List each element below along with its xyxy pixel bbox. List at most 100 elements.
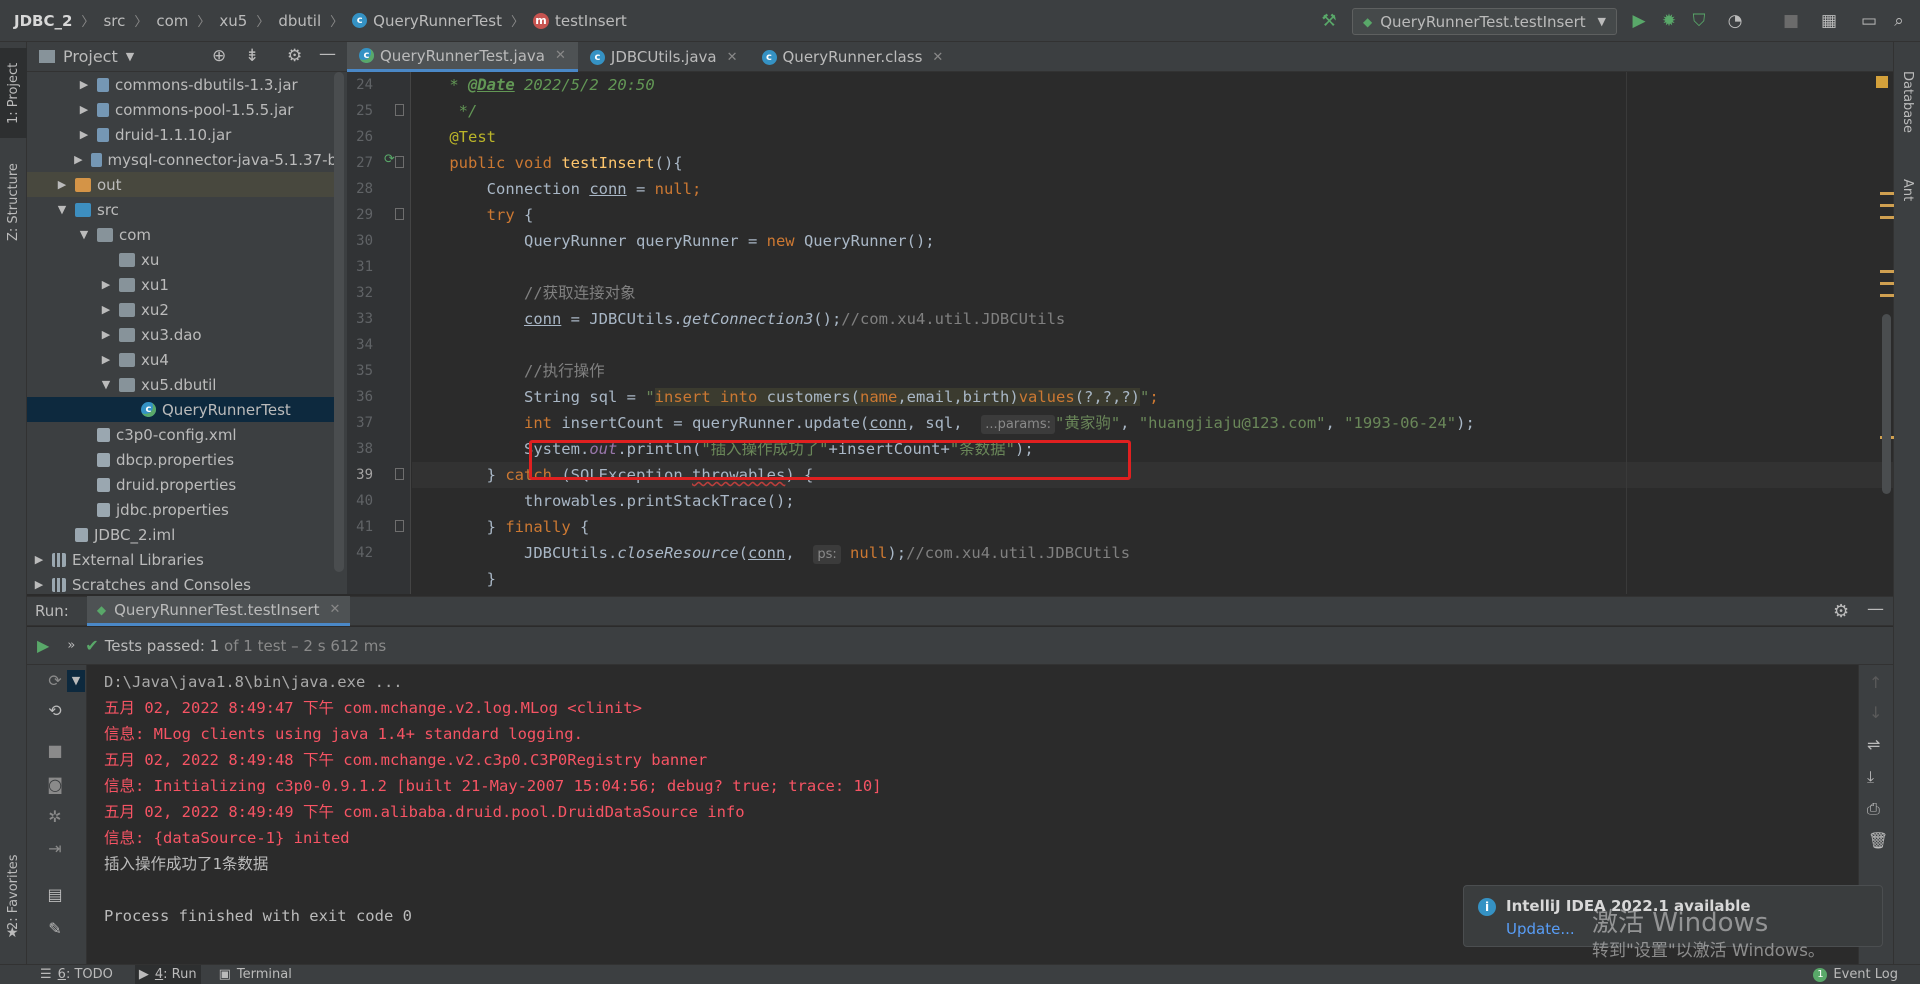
event-log-button[interactable]: 1 Event Log <box>1813 967 1898 982</box>
up-arrow-icon[interactable]: ↑ <box>1869 673 1882 692</box>
tree-item[interactable]: ▶ out <box>27 172 337 197</box>
tab-queryrunner-class[interactable]: c QueryRunner.class ✕ <box>750 42 956 72</box>
breadcrumb-dbutil[interactable]: dbutil <box>278 12 321 30</box>
tree-item[interactable]: ▶ xu1 <box>27 272 337 297</box>
tree-item[interactable]: ▶ mysql-connector-java-5.1.37-b <box>27 147 337 172</box>
down-arrow-icon[interactable]: ↓ <box>1869 703 1882 722</box>
tree-item[interactable]: jdbc.properties <box>27 497 337 522</box>
gear-icon[interactable]: ⚙ <box>1833 601 1849 622</box>
trash-icon[interactable]: 🗑 <box>1868 831 1888 850</box>
minimize-icon[interactable]: — <box>319 44 336 64</box>
project-scrollbar[interactable] <box>334 72 344 572</box>
tree-item[interactable]: c3p0-config.xml <box>27 422 337 447</box>
ant-tool-tab[interactable]: Ant <box>1894 160 1920 220</box>
rerun-icon[interactable]: ▶ <box>37 636 49 655</box>
tree-item[interactable]: ▶ commons-pool-1.5.5.jar <box>27 97 337 122</box>
todo-tool-button[interactable]: ☰ 6: TODO <box>40 967 113 982</box>
breadcrumb-src[interactable]: src <box>103 12 125 30</box>
run-test-gutter-icon[interactable]: ⟳ <box>384 152 395 167</box>
tree-item[interactable]: ▶ External Libraries <box>27 547 337 572</box>
expanded-arrow-icon[interactable]: ▼ <box>77 228 91 241</box>
terminal-tool-button[interactable]: ▣ Terminal <box>219 967 292 982</box>
coverage-icon[interactable]: ⛉ <box>1688 10 1710 32</box>
fold-marker-icon[interactable] <box>395 156 404 168</box>
collapsed-arrow-icon[interactable]: ▶ <box>99 353 113 366</box>
toggle-auto-test-icon[interactable]: ⟲ <box>45 701 65 721</box>
layout-icon[interactable]: ▭ <box>1858 10 1880 32</box>
run-tab[interactable]: ◆ QueryRunnerTest.testInsert ✕ <box>86 596 351 626</box>
tree-item[interactable]: ▶ Scratches and Consoles <box>27 572 337 594</box>
locate-icon[interactable]: ⊕ <box>212 46 226 66</box>
tree-item[interactable]: ▼ com <box>27 222 337 247</box>
run-configuration-select[interactable]: ◆ QueryRunnerTest.testInsert ▼ <box>1352 8 1617 35</box>
fold-marker-icon[interactable] <box>395 468 404 480</box>
tree-item[interactable]: xu <box>27 247 337 272</box>
close-icon[interactable]: ✕ <box>727 50 738 65</box>
settings-icon[interactable]: ✲ <box>45 807 65 827</box>
close-icon[interactable]: ✕ <box>555 48 566 63</box>
scroll-to-end-icon[interactable]: ⤓ <box>1867 767 1874 787</box>
structure-tool-tab[interactable]: Z: Structure <box>0 152 27 252</box>
tree-item[interactable]: ▶ commons-dbutils-1.3.jar <box>27 72 337 97</box>
code-editor[interactable]: * @Date 2022/5/2 20:50 */ @Test public v… <box>412 72 1893 594</box>
search-icon[interactable]: ⌕ <box>1888 10 1910 32</box>
project-structure-icon[interactable]: ▦ <box>1818 10 1840 32</box>
collapsed-arrow-icon[interactable]: ▶ <box>77 128 91 141</box>
expanded-arrow-icon[interactable]: ▼ <box>99 378 113 391</box>
tree-item[interactable]: c QueryRunnerTest <box>27 397 337 422</box>
stop-icon[interactable]: ■ <box>1780 10 1802 32</box>
screenshot-icon[interactable]: ◙ <box>45 775 65 795</box>
chevron-down-icon[interactable]: ▼ <box>126 50 134 63</box>
collapsed-arrow-icon[interactable]: ▶ <box>55 178 69 191</box>
project-panel-title[interactable]: Project <box>63 47 118 66</box>
breadcrumb-com[interactable]: com <box>156 12 188 30</box>
rerun-failed-icon[interactable]: ⟳ <box>45 671 65 691</box>
run-tool-button[interactable]: ▶ 4: Run <box>134 964 201 984</box>
collapsed-arrow-icon[interactable]: ▶ <box>72 153 85 166</box>
breadcrumb-method[interactable]: m testInsert <box>532 12 627 30</box>
tree-item[interactable]: JDBC_2.iml <box>27 522 337 547</box>
breadcrumb-project[interactable]: JDBC_2 <box>14 12 72 30</box>
tree-item[interactable]: dbcp.properties <box>27 447 337 472</box>
stop-icon[interactable]: ■ <box>45 741 65 761</box>
layout-icon[interactable]: ▤ <box>45 885 65 905</box>
close-icon[interactable]: ✕ <box>329 602 340 617</box>
tree-item[interactable]: ▶ druid-1.1.10.jar <box>27 122 337 147</box>
tab-jdbcutils[interactable]: c JDBCUtils.java ✕ <box>578 42 750 72</box>
project-tool-tab[interactable]: 1: Project <box>0 48 27 138</box>
minimize-icon[interactable]: — <box>1867 599 1884 619</box>
close-icon[interactable]: ✕ <box>932 50 943 65</box>
collapsed-arrow-icon[interactable]: ▶ <box>32 553 46 566</box>
exit-icon[interactable]: ⇥ <box>45 839 65 859</box>
tree-item[interactable]: ▼ src <box>27 197 337 222</box>
tree-item[interactable]: ▼ xu5.dbutil <box>27 372 337 397</box>
update-link[interactable]: Update... <box>1506 920 1575 938</box>
debug-icon[interactable]: ✹ <box>1658 10 1680 32</box>
collapsed-arrow-icon[interactable]: ▶ <box>99 278 113 291</box>
print-icon[interactable]: ⎙ <box>1867 799 1880 819</box>
pin-icon[interactable]: ✎ <box>45 919 65 939</box>
profile-icon[interactable]: ◔ <box>1724 10 1746 32</box>
expand-icon[interactable]: » <box>67 638 75 653</box>
tree-item[interactable]: ▶ xu2 <box>27 297 337 322</box>
run-icon[interactable]: ▶ <box>1628 10 1650 32</box>
collapsed-arrow-icon[interactable]: ▶ <box>99 303 113 316</box>
breadcrumb-xu5[interactable]: xu5 <box>219 12 247 30</box>
database-tool-tab[interactable]: Database <box>1894 52 1920 152</box>
expanded-arrow-icon[interactable]: ▼ <box>55 203 69 216</box>
editor-scrollbar-thumb[interactable] <box>1882 314 1891 494</box>
fold-marker-icon[interactable] <box>395 520 404 532</box>
tab-queryrunnertest[interactable]: c QueryRunnerTest.java ✕ <box>347 42 578 72</box>
tree-item[interactable]: ▶ xu3.dao <box>27 322 337 347</box>
collapsed-arrow-icon[interactable]: ▶ <box>32 578 46 591</box>
build-hammer-icon[interactable]: ⚒ <box>1318 10 1340 32</box>
collapsed-arrow-icon[interactable]: ▶ <box>77 103 91 116</box>
tree-item[interactable]: druid.properties <box>27 472 337 497</box>
test-tree-collapse-icon[interactable]: ▼ <box>67 670 85 692</box>
fold-marker-icon[interactable] <box>395 104 404 116</box>
collapse-all-icon[interactable]: ⇟ <box>245 46 259 66</box>
fold-marker-icon[interactable] <box>395 208 404 220</box>
soft-wrap-icon[interactable]: ⇌ <box>1867 735 1880 754</box>
collapsed-arrow-icon[interactable]: ▶ <box>77 78 91 91</box>
gear-icon[interactable]: ⚙ <box>287 46 302 66</box>
